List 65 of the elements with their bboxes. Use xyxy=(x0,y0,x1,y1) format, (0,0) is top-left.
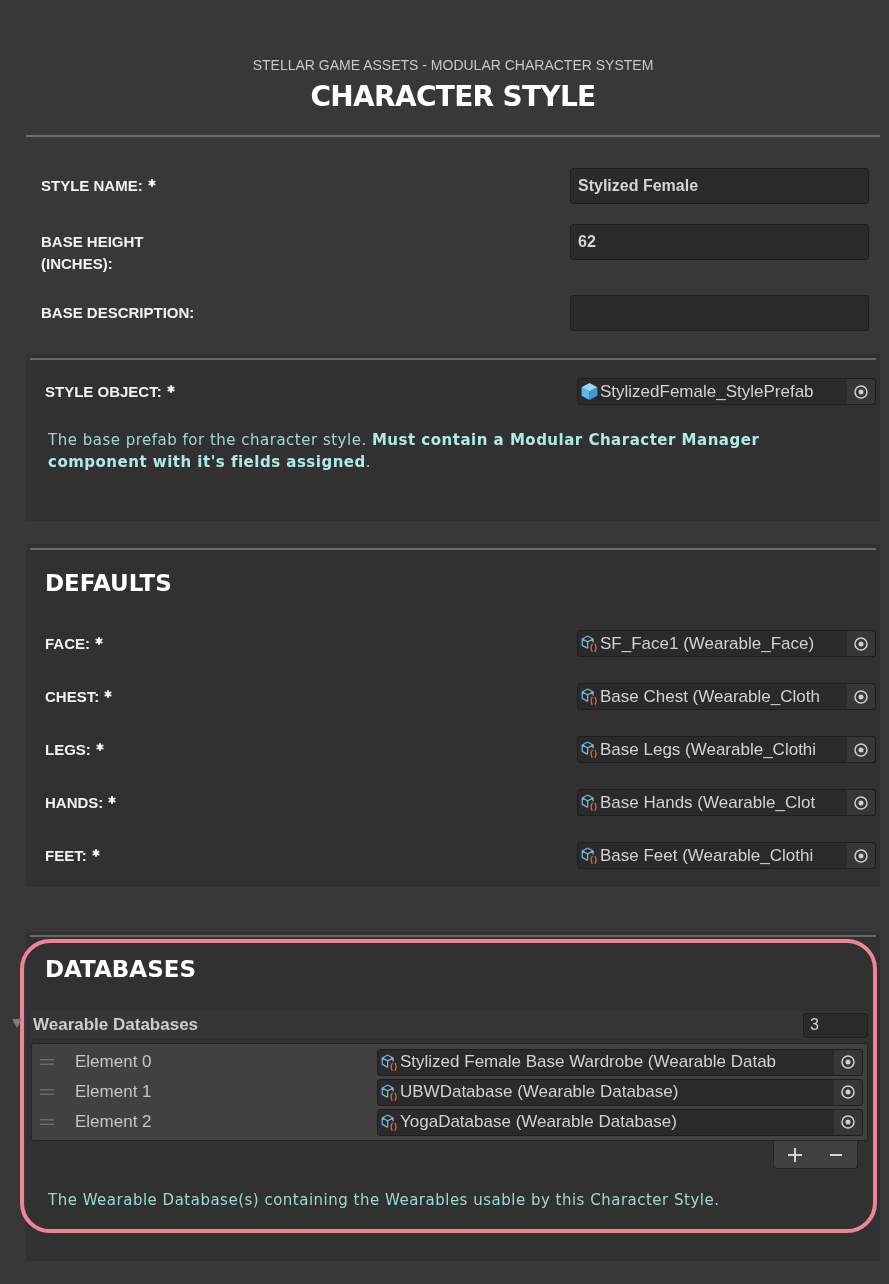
cube-outline-icon xyxy=(381,1113,398,1131)
drag-handle-icon[interactable] xyxy=(40,1119,54,1125)
object-picker-button[interactable] xyxy=(847,843,875,868)
text-field[interactable] xyxy=(570,295,869,331)
object-field[interactable]: Base Legs (Wearable_Clothi xyxy=(577,736,876,763)
page-title: CHARACTER STYLE xyxy=(310,81,596,113)
object-picker-button[interactable] xyxy=(834,1109,862,1135)
drag-handle-icon[interactable] xyxy=(40,1059,54,1065)
element-label: Element 0 xyxy=(75,1051,152,1074)
cube-outline-icon xyxy=(581,794,598,811)
object-field[interactable]: SF_Face1 (Wearable_Face) xyxy=(577,630,876,657)
section-heading: DEFAULTS xyxy=(45,570,172,596)
field-label: HANDS: xyxy=(45,792,104,813)
target-icon xyxy=(854,742,868,757)
field-label: STYLE NAME: xyxy=(41,176,143,196)
target-icon xyxy=(841,1055,855,1069)
cube-outline-icon xyxy=(581,635,598,652)
object-field[interactable]: YogaDatabase (Wearable Database) xyxy=(377,1108,863,1136)
object-field[interactable]: StylizedFemale_StylePrefab xyxy=(577,378,876,405)
field-label: FEET: xyxy=(45,845,87,866)
target-icon xyxy=(854,848,868,863)
field-label: BASE DESCRIPTION: xyxy=(41,303,195,323)
target-icon xyxy=(854,689,868,704)
subtitle: STELLAR GAME ASSETS - MODULAR CHARACTER SYSTEM xyxy=(252,57,654,73)
object-field[interactable]: Base Feet (Wearable_Clothi xyxy=(577,842,876,869)
caret-icon[interactable] xyxy=(12,1019,22,1029)
target-icon xyxy=(854,636,868,651)
object-picker-button[interactable] xyxy=(834,1049,862,1075)
field-label: LEGS: xyxy=(45,739,91,760)
object-picker-button[interactable] xyxy=(834,1079,862,1105)
help-text: The base prefab for the character style. Must contain a Modular Character Manager component with it's fields assigned. xyxy=(47,430,761,473)
field-label: FACE: xyxy=(45,633,90,654)
object-field[interactable]: Base Hands (Wearable_Clot xyxy=(577,789,876,816)
object-picker-button[interactable] xyxy=(847,684,875,709)
target-icon xyxy=(841,1115,855,1129)
field-label: CHEST: xyxy=(45,686,100,707)
cube-outline-icon xyxy=(381,1053,398,1071)
list-label: Wearable Databases xyxy=(32,1014,199,1037)
field-label: STYLE OBJECT: xyxy=(45,381,162,402)
object-field[interactable]: Base Chest (Wearable_Cloth xyxy=(577,683,876,710)
element-label: Element 2 xyxy=(75,1111,152,1134)
text-field[interactable]: 62 xyxy=(570,224,869,260)
drag-handle-icon[interactable] xyxy=(40,1089,54,1095)
section-heading: DATABASES xyxy=(45,956,196,982)
target-icon xyxy=(854,384,868,399)
object-picker-button[interactable] xyxy=(847,379,875,404)
object-picker-button[interactable] xyxy=(847,737,875,762)
cube-icon xyxy=(581,383,598,400)
object-field[interactable]: Stylized Female Base Wardrobe (Wearable Datab xyxy=(377,1048,863,1076)
object-picker-button[interactable] xyxy=(847,631,875,656)
help-text: The Wearable Database(s) containing the Wearables usable by this Character Style. xyxy=(47,1190,721,1211)
plus-icon xyxy=(787,1147,802,1162)
target-icon xyxy=(854,795,868,810)
cube-outline-icon xyxy=(581,741,598,758)
element-label: Element 1 xyxy=(75,1081,152,1104)
object-field[interactable]: UBWDatabase (Wearable Database) xyxy=(377,1078,863,1106)
field-label: BASE HEIGHT (INCHES): xyxy=(41,232,144,274)
target-icon xyxy=(841,1085,855,1099)
minus-icon xyxy=(830,1153,843,1156)
text-field[interactable]: Stylized Female xyxy=(570,168,869,204)
cube-outline-icon xyxy=(581,847,598,864)
object-picker-button[interactable] xyxy=(847,790,875,815)
cube-outline-icon xyxy=(581,688,598,705)
size-field[interactable]: 3 xyxy=(803,1012,868,1038)
cube-outline-icon xyxy=(381,1083,398,1101)
